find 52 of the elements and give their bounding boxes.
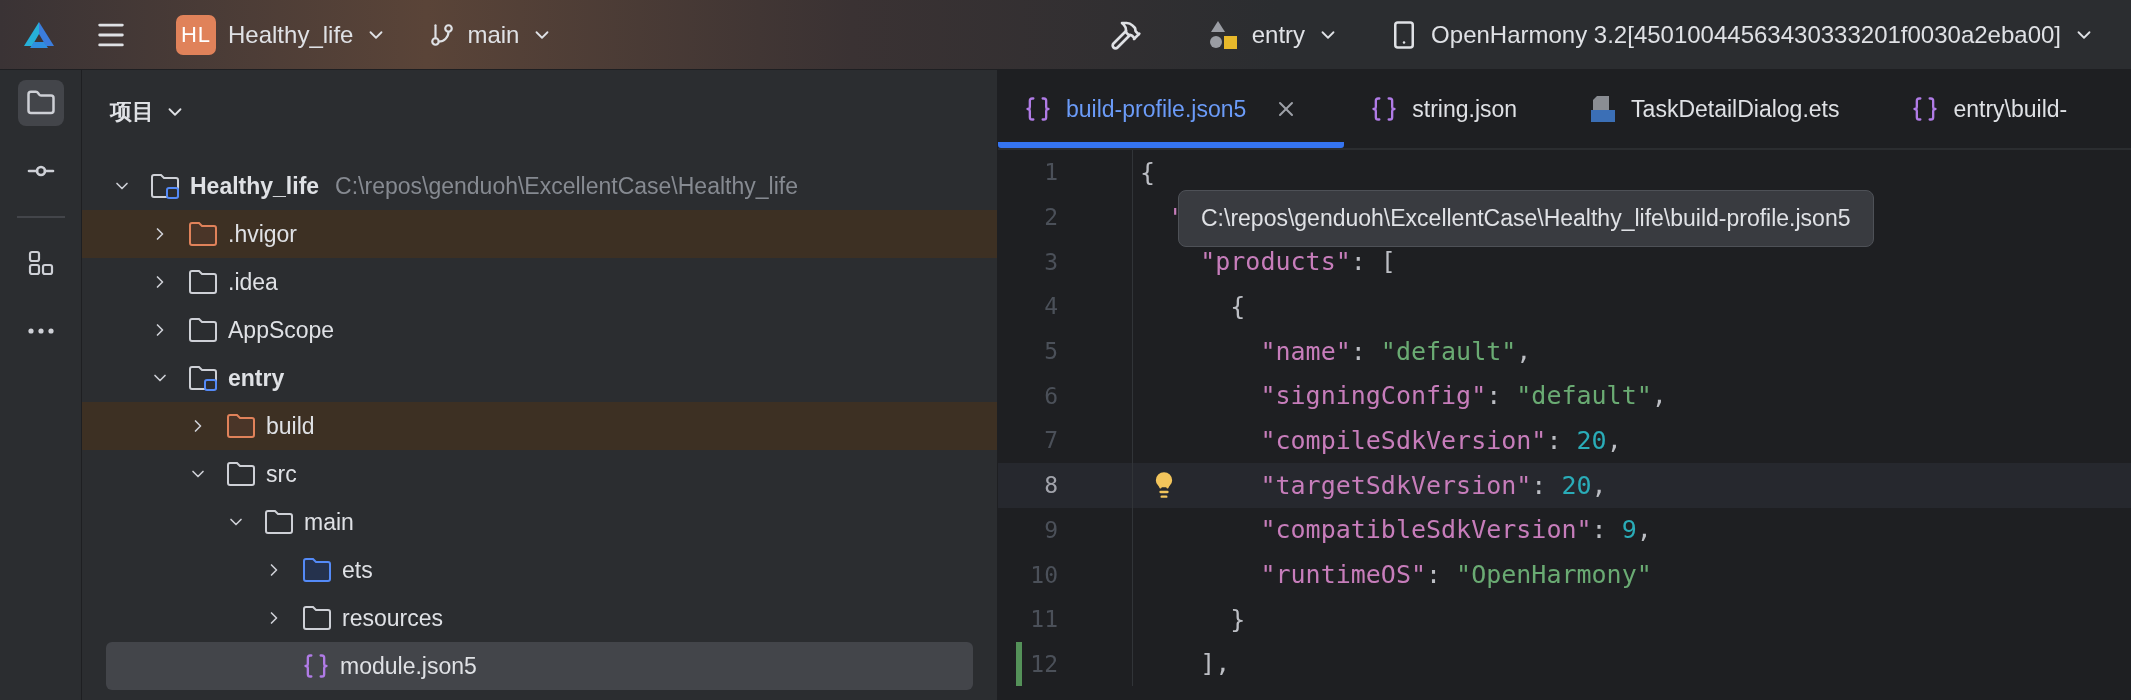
module-selector[interactable]: entry xyxy=(1197,12,1350,57)
tree-item[interactable]: build xyxy=(82,402,997,450)
panel-title[interactable]: 项目 xyxy=(106,93,190,131)
more-icon xyxy=(27,328,54,334)
tree-item[interactable]: module.json5 xyxy=(106,642,973,690)
code-line: "name": "default", xyxy=(1260,336,1532,366)
braces-file-icon xyxy=(1024,95,1052,123)
code-line: "runtimeOS": "OpenHarmony" xyxy=(1260,560,1652,590)
code-line: ], xyxy=(1200,649,1231,679)
tool-window-button[interactable] xyxy=(17,80,64,126)
code-line: "products": [ xyxy=(1200,247,1396,277)
tree-item[interactable]: .hvigor xyxy=(82,210,997,258)
structure-icon xyxy=(27,250,54,276)
code-line: "compatibleSdkVersion": 9, xyxy=(1260,515,1652,545)
line-number: 8 xyxy=(1043,472,1058,499)
tree-item[interactable]: main xyxy=(82,498,997,546)
tree-item[interactable]: src xyxy=(82,450,997,498)
tree-item[interactable]: AppScope xyxy=(82,306,997,354)
editor-tab[interactable]: build-profile.json5 xyxy=(998,70,1345,148)
code-line: "compileSdkVersion": 20, xyxy=(1260,425,1622,455)
braces-file-icon xyxy=(302,652,330,680)
folder-icon xyxy=(188,221,218,247)
project-path: C:\repos\genduoh\ExcellentCase\Healthy_life xyxy=(335,172,798,200)
ets-file-icon xyxy=(1589,94,1618,124)
project-selector[interactable]: HL Healthy_life xyxy=(166,8,398,61)
module-folder-icon xyxy=(150,173,180,199)
folder-icon xyxy=(226,413,256,439)
code-line: "targetSdkVersion": 20, xyxy=(1260,470,1607,500)
folder-icon xyxy=(188,269,218,295)
folder-icon xyxy=(226,461,256,487)
tree-item[interactable]: Healthy_life C:\repos\genduoh\ExcellentCase\Healthy_life xyxy=(82,162,997,210)
tree-item[interactable]: resources xyxy=(82,594,997,642)
branch-selector[interactable]: main xyxy=(419,14,564,55)
code-line: } xyxy=(1230,604,1246,634)
tree-item[interactable]: .idea xyxy=(82,258,997,306)
editor-tab[interactable]: string.json xyxy=(1344,70,1564,148)
folder-icon xyxy=(188,317,218,343)
folder-icon xyxy=(302,605,332,631)
branch-icon xyxy=(429,21,456,48)
editor-tab[interactable]: entry\build- xyxy=(1885,70,2114,148)
folder-icon xyxy=(264,509,294,535)
module-folder-icon xyxy=(188,365,218,391)
project-avatar: HL xyxy=(176,14,216,55)
tooltip: C:\repos\genduoh\ExcellentCase\Healthy_life\build-profile.json5 xyxy=(1178,190,1874,247)
folder-icon xyxy=(302,557,332,583)
tree-item[interactable]: ets xyxy=(82,546,997,594)
code-line: { xyxy=(1230,291,1246,321)
code-line: { xyxy=(1140,157,1156,187)
tree-item[interactable]: entry xyxy=(82,354,997,402)
device-selector[interactable]: OpenHarmony 3.2[45010044563430333201f0030a2eba00] xyxy=(1379,13,2105,56)
editor-tab[interactable]: TaskDetailDialog.ets xyxy=(1563,70,1886,148)
code-line: "signingConfig": "default", xyxy=(1260,381,1667,411)
